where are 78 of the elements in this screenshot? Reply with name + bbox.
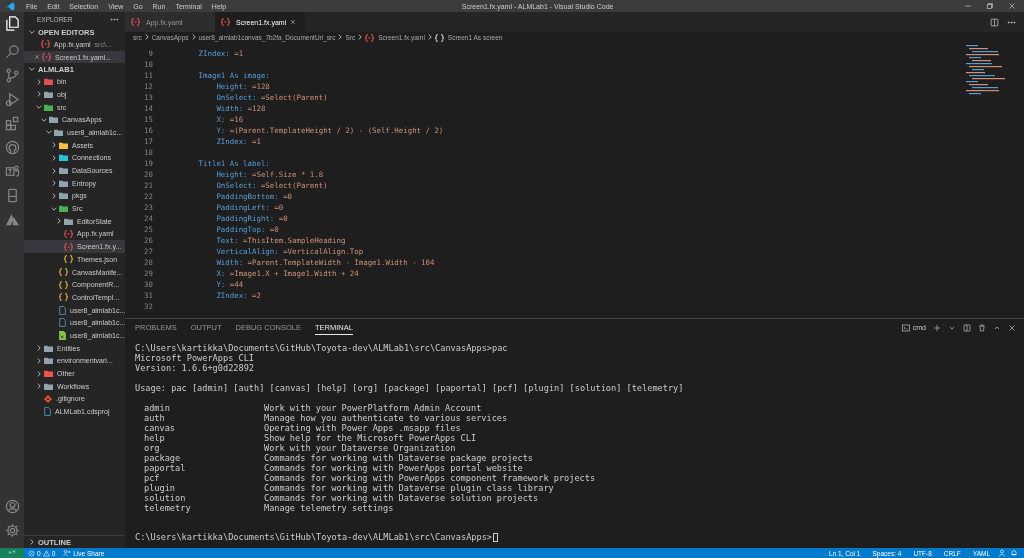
terminal-line: C:\Users\kartikka\Documents\GitHub\Toyota-dev\ALMLab1\src\CanvasApps>pac — [135, 343, 509, 353]
object-icon — [434, 33, 444, 42]
app-logo-icon — [6, 1, 15, 11]
close-icon — [290, 19, 296, 25]
command-name: auth — [143, 413, 166, 423]
chevron-icon — [337, 34, 344, 40]
chevron-icon — [357, 34, 364, 40]
extensions-icon[interactable] — [4, 116, 20, 131]
chevron-icon — [426, 34, 433, 40]
remote-icon — [8, 549, 16, 557]
terminal-prompt: C:\Users\kartikka\Documents\GitHub\Toyota-dev\ALMLab1\src\CanvasApps> — [135, 532, 492, 542]
command-description: Show help for the Microsoft PowerApps CLI — [264, 433, 477, 443]
braces-icon — [131, 18, 140, 26]
command-name: org — [143, 443, 161, 453]
warning-icon — [42, 549, 50, 557]
command-name: package — [143, 453, 182, 463]
braces-icon — [221, 18, 230, 26]
spreadsheet-file-icon — [59, 330, 66, 340]
command-description: Commands for working with PowerApps portal website — [264, 463, 523, 473]
braces-icon — [41, 40, 50, 49]
minimize-icon[interactable] — [964, 2, 972, 10]
command-name: canvas — [143, 423, 177, 433]
chevron-icon — [190, 34, 197, 40]
command-description: Work with your PowerPlatform Admin Account — [264, 403, 482, 413]
command-description: Commands for working with PowerApps component framework projects — [264, 473, 596, 483]
file-icon — [44, 407, 51, 417]
terminal-line: Usage: pac [admin] [auth] [canvas] [help] [org] [package] [paportal] [pcf] [plugin] [solution] [telemetry] — [135, 383, 685, 393]
files-icon[interactable] — [4, 16, 20, 31]
command-description: Work with your Dataverse Organization — [264, 443, 456, 453]
chevron-icon — [143, 34, 150, 40]
command-description: Manage how you authenticate to various services — [264, 413, 508, 423]
split-icon[interactable] — [963, 323, 971, 332]
command-description: Manage telemetry settings — [264, 503, 394, 513]
command-description: Operating with Power Apps .msapp files — [264, 423, 461, 433]
run-debug-icon[interactable] — [4, 92, 20, 107]
chevron-icon — [29, 29, 35, 35]
close-icon — [34, 54, 40, 61]
terminal-line: Microsoft PowerApps CLI — [135, 353, 255, 363]
restore-icon[interactable] — [986, 2, 994, 10]
command-name: pcf — [143, 473, 161, 483]
command-name: paportal — [143, 463, 187, 473]
braces-icon — [64, 242, 73, 251]
git-icon — [44, 394, 52, 403]
bell-icon[interactable] — [1010, 549, 1018, 557]
command-name: solution — [143, 493, 187, 503]
terminal-line: Version: 1.6.6+g0d22892 — [135, 363, 255, 373]
teams-icon[interactable] — [4, 164, 20, 179]
azure-icon[interactable] — [4, 212, 20, 227]
error-icon — [28, 549, 35, 557]
command-name: admin — [143, 403, 171, 413]
source-control-icon[interactable] — [4, 68, 20, 83]
close-icon[interactable] — [1008, 323, 1016, 332]
cursor — [493, 532, 498, 542]
account-icon[interactable] — [4, 499, 20, 514]
braces-icon — [59, 280, 68, 289]
command-description: Commands for working with Dataverse solution projects — [264, 493, 539, 503]
braces-icon — [64, 229, 73, 238]
braces-icon — [59, 293, 68, 302]
braces-icon — [42, 53, 51, 62]
settings-icon[interactable] — [4, 523, 20, 538]
braces-icon — [365, 33, 375, 42]
chevron-icon — [29, 539, 35, 545]
command-name: plugin — [143, 483, 177, 493]
feedback-icon[interactable] — [998, 549, 1006, 557]
braces-icon — [64, 255, 73, 264]
split-editor-icon[interactable] — [990, 17, 999, 27]
close-icon[interactable] — [1008, 2, 1016, 10]
search-icon[interactable] — [4, 44, 20, 59]
plus-icon[interactable] — [933, 323, 941, 332]
command-description: Commands for working with Dataverse plugin class library — [264, 483, 554, 493]
share-icon — [63, 549, 72, 557]
terminal-icon — [901, 323, 910, 332]
command-name: help — [143, 433, 166, 443]
command-name: telemetry — [143, 503, 192, 513]
trash-icon[interactable] — [978, 323, 986, 332]
braces-icon — [59, 268, 68, 277]
command-description: Commands for working with Dataverse package projects — [264, 453, 534, 463]
github-icon[interactable] — [4, 140, 20, 155]
